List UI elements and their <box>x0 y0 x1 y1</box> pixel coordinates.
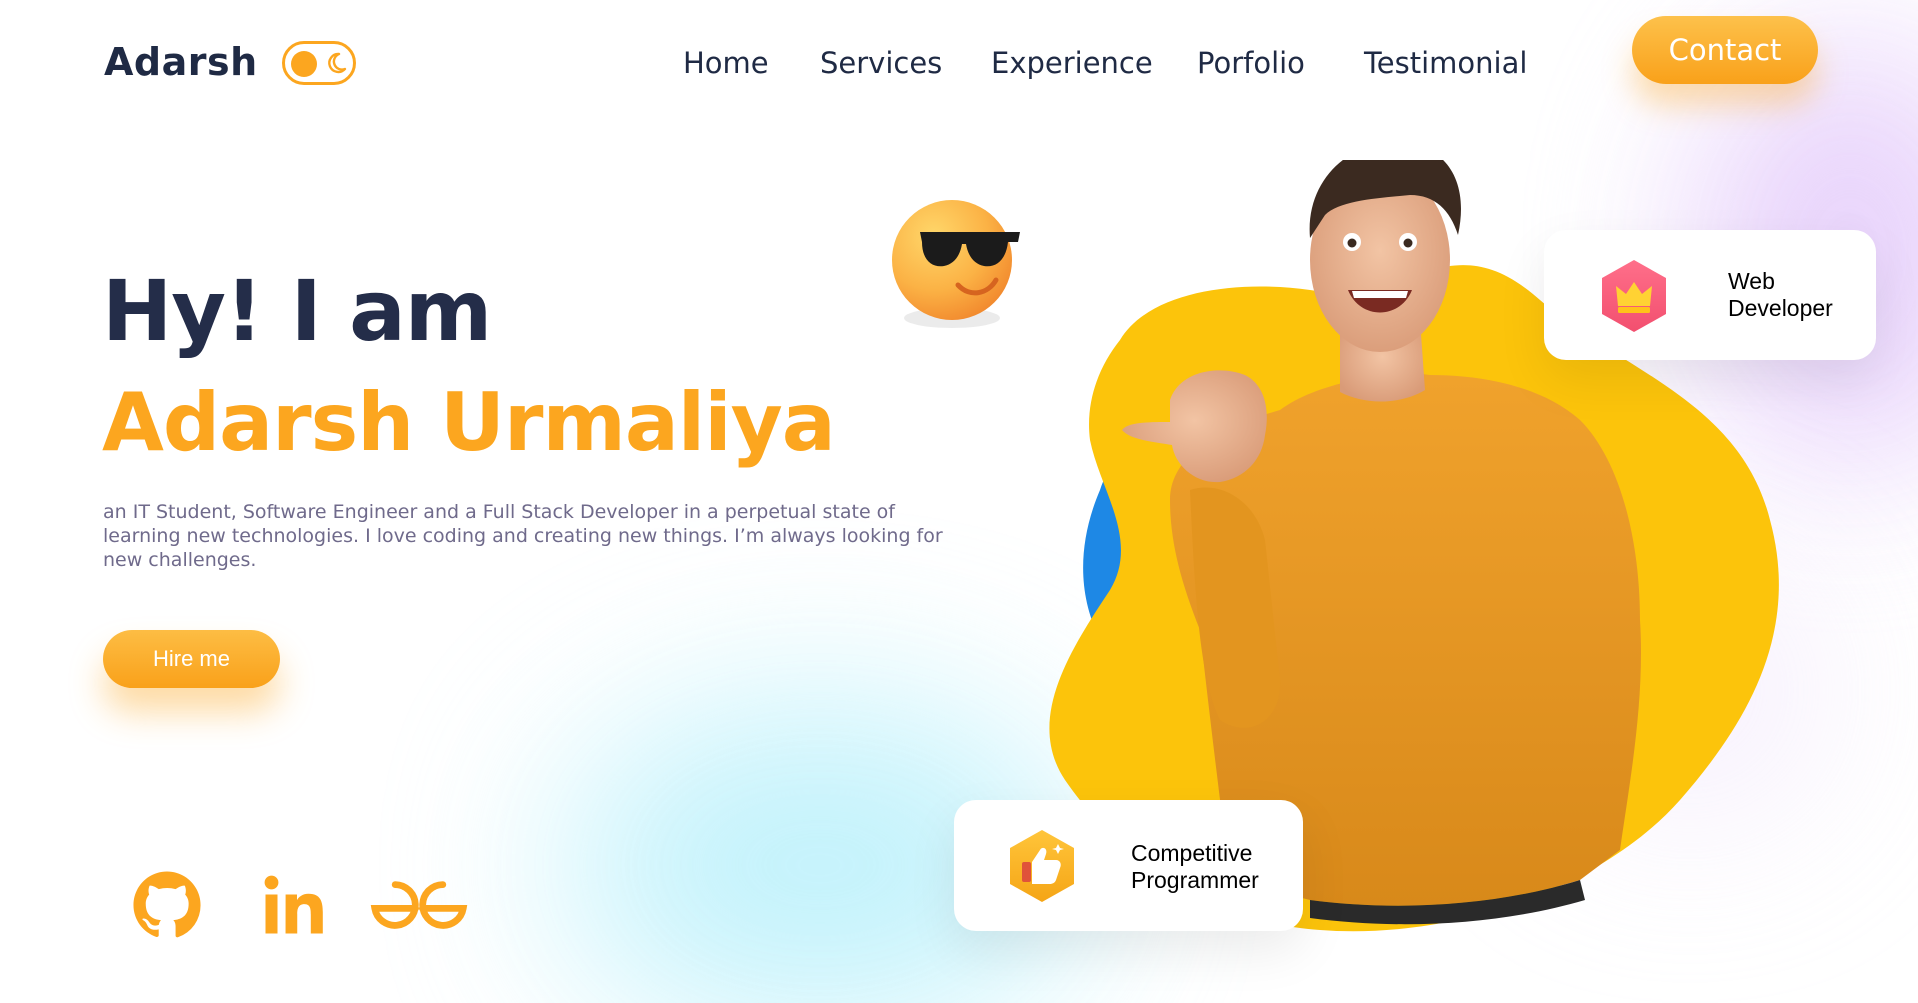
thumbs-up-icon <box>1010 830 1074 902</box>
web-developer-line1: Web <box>1728 268 1775 294</box>
competitive-programmer-line2: Programmer <box>1131 867 1259 893</box>
hero-name: Adarsh Urmaliya <box>102 376 836 469</box>
toggle-knob <box>291 51 317 77</box>
linkedin-icon[interactable] <box>258 868 330 942</box>
competitive-programmer-label: Competitive Programmer <box>1131 840 1259 894</box>
site-logo[interactable]: Adarsh <box>104 40 258 84</box>
competitive-programmer-line1: Competitive <box>1131 840 1253 866</box>
theme-toggle[interactable] <box>282 41 356 85</box>
moon-icon <box>328 52 347 74</box>
hire-me-button[interactable]: Hire me <box>103 630 280 688</box>
nav-testimonial[interactable]: Testimonial <box>1364 46 1527 80</box>
github-icon[interactable] <box>132 868 202 942</box>
web-developer-card: Web Developer <box>1544 230 1876 360</box>
hero-greeting: Hy! I am <box>102 262 492 360</box>
hero-bio: an IT Student, Software Engineer and a F… <box>103 501 943 571</box>
web-developer-line2: Developer <box>1728 295 1833 321</box>
nav-experience[interactable]: Experience <box>991 46 1153 80</box>
contact-button[interactable]: Contact <box>1632 16 1818 84</box>
nav-portfolio[interactable]: Porfolio <box>1197 46 1305 80</box>
nav-home[interactable]: Home <box>683 46 769 80</box>
portfolio-page: Adarsh Home Services Experience Porfolio… <box>0 0 1918 1003</box>
sunglasses-emoji-icon <box>892 200 1020 328</box>
nav-services[interactable]: Services <box>820 46 942 80</box>
crown-icon <box>1602 260 1666 332</box>
geeksforgeeks-icon[interactable] <box>368 868 470 942</box>
web-developer-label: Web Developer <box>1728 268 1833 322</box>
competitive-programmer-card: Competitive Programmer <box>954 800 1303 931</box>
